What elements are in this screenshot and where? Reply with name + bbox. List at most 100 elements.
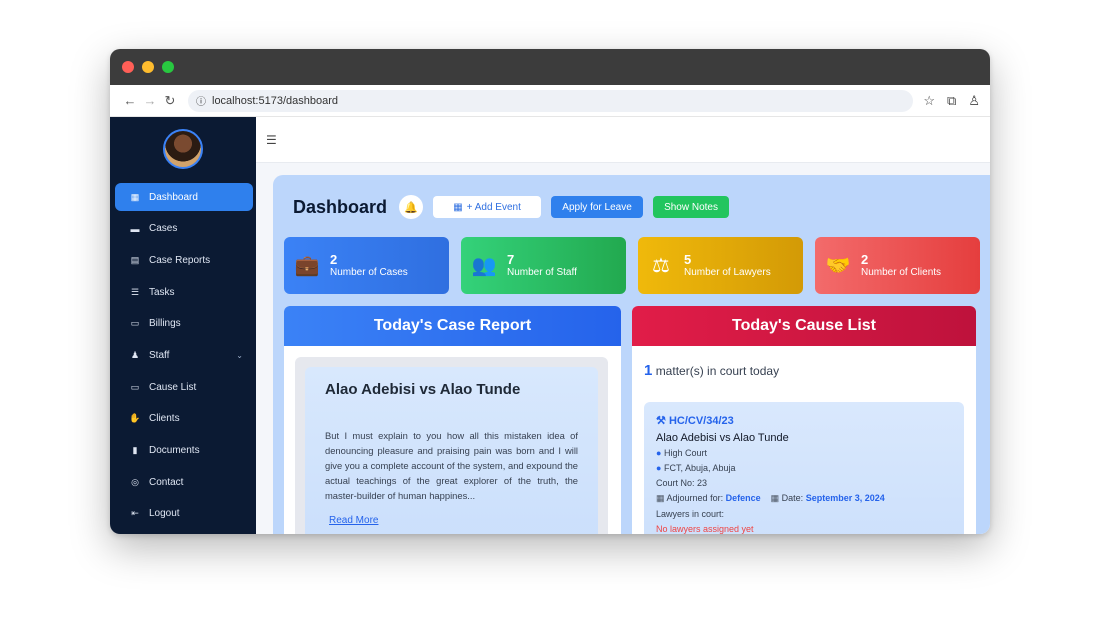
handshake-icon: ✋: [129, 413, 141, 424]
apply-leave-button[interactable]: Apply for Leave: [551, 196, 644, 218]
maximize-window-button[interactable]: [162, 61, 174, 73]
titlebar: [110, 49, 990, 85]
cause-case-title: Alao Adebisi vs Alao Tunde: [656, 432, 789, 444]
bookmark-star-icon[interactable]: ☆: [923, 93, 935, 109]
sidebar-item-cases[interactable]: ▬ Cases: [115, 215, 253, 243]
address-bar: ← → ↻ ⓘ localhost:5173/dashboard ☆ ⧉ ♙: [110, 85, 990, 117]
site-info-icon[interactable]: ⓘ: [196, 93, 206, 108]
report-card-inner: Alao Adebisi vs Alao Tunde But I must ex…: [305, 367, 598, 534]
main-area: ☰ Dashboard 🔔 ▦ + Add Event Apply for Le…: [256, 117, 990, 534]
sidebar-item-cause-list[interactable]: ▭ Cause List: [115, 373, 253, 401]
close-window-button[interactable]: [122, 61, 134, 73]
minimize-window-button[interactable]: [142, 61, 154, 73]
stats-row: 💼 2 Number of Cases 👥 7 Number of Staff ⚖ 5 Numb…: [284, 237, 980, 294]
report-text: But I must explain to you how all this m…: [325, 430, 578, 501]
contact-icon: ◎: [131, 476, 139, 487]
stat-value: 7: [507, 252, 515, 267]
back-icon[interactable]: ←: [120, 93, 140, 108]
adjourned-label: Adjourned for:: [666, 493, 724, 503]
profile-icon[interactable]: ♙: [968, 93, 980, 109]
url-field[interactable]: ⓘ localhost:5173/dashboard: [188, 89, 914, 112]
adjourned-row: ▦ Adjourned for: Defence ▦ Date: Septemb…: [656, 492, 952, 504]
matters-number: 1: [644, 362, 653, 379]
scales-icon: ⚖: [652, 255, 670, 277]
sidebar-item-contact[interactable]: ◎ Contact: [115, 468, 253, 496]
court-text: High Court: [663, 448, 707, 458]
lawyers-value: No lawyers assigned yet: [656, 524, 754, 534]
map-pin-icon: ●: [656, 448, 662, 458]
read-more-link[interactable]: Read More: [329, 515, 378, 526]
stat-card-number-of-lawyers[interactable]: ⚖ 5 Number of Lawyers: [638, 237, 803, 294]
list-icon: ▭: [130, 381, 140, 392]
sidebar-item-label: Staff: [149, 349, 170, 361]
sidebar-item-logout[interactable]: ⇤ Logout: [115, 500, 253, 528]
location-row: ● FCT, Abuja, Abuja: [656, 462, 952, 474]
lawyers-label: Lawyers in court:: [656, 509, 725, 519]
stat-label: Number of Clients: [861, 267, 942, 278]
adjourned-value: Defence: [725, 493, 761, 503]
sidebar-item-label: Tasks: [149, 286, 175, 298]
suit-number: ⚒ HC/CV/34/23: [656, 414, 952, 427]
matters-count: 1 matter(s) in court today: [632, 346, 976, 379]
sidebar-item-staff[interactable]: ♟ Staff ⌄: [115, 341, 253, 369]
matters-label: matter(s) in court today: [655, 364, 780, 378]
stat-card-number-of-cases[interactable]: 💼 2 Number of Cases: [284, 237, 449, 294]
stat-label: Number of Cases: [330, 267, 408, 278]
sidebar-item-clients[interactable]: ✋ Clients: [115, 405, 253, 433]
sidebar-item-billings[interactable]: ▭ Billings: [115, 310, 253, 338]
court-row: ● High Court: [656, 447, 952, 459]
tasks-icon: ☰: [130, 286, 140, 297]
sidebar-item-label: Clients: [149, 413, 180, 425]
cause-card: ⚒ HC/CV/34/23 Alao Adebisi vs Alao Tunde…: [644, 402, 964, 534]
forward-icon[interactable]: →: [140, 93, 160, 108]
calendar-icon: ▦: [656, 493, 665, 503]
stat-label: Number of Lawyers: [684, 267, 771, 278]
page-title: Dashboard: [293, 196, 388, 217]
reload-icon[interactable]: ↻: [160, 93, 180, 109]
sidebar-item-dashboard[interactable]: ▦ Dashboard: [115, 183, 253, 211]
money-icon: ▭: [130, 318, 140, 329]
sidebar-item-label: Cause List: [149, 381, 197, 393]
app: ▦ Dashboard ▬ Cases ▤ Case Reports ☰ Tasks ▭ Bill…: [110, 117, 990, 534]
sidebar-item-label: Logout: [149, 508, 180, 520]
browser-window: ← → ↻ ⓘ localhost:5173/dashboard ☆ ⧉ ♙ ▦…: [110, 49, 990, 534]
cause-list-heading: Today's Cause List: [632, 306, 976, 346]
stat-card-number-of-clients[interactable]: 🤝 2 Number of Clients: [815, 237, 980, 294]
calendar-icon: ▦: [453, 201, 463, 213]
stat-card-number-of-staff[interactable]: 👥 7 Number of Staff: [461, 237, 626, 294]
handshake-icon: 🤝: [825, 255, 851, 277]
date-value: September 3, 2024: [805, 493, 885, 503]
sidebar-item-tasks[interactable]: ☰ Tasks: [115, 278, 253, 306]
calendar-icon: ▦: [770, 493, 780, 503]
cause-list-panel: Today's Cause List 1 matter(s) in court …: [632, 306, 976, 534]
sidebar-item-label: Cases: [149, 223, 178, 235]
grid-icon: ▦: [130, 191, 140, 202]
users-icon: 👥: [471, 255, 497, 277]
sidebar-item-label: Billings: [149, 318, 181, 330]
suit-number-text: HC/CV/34/23: [668, 415, 734, 427]
document-icon: ▮: [132, 445, 138, 455]
briefcase-icon: 💼: [294, 255, 320, 277]
case-report-heading: Today's Case Report: [284, 306, 621, 346]
report-icon: ▤: [130, 254, 140, 265]
show-notes-button[interactable]: Show Notes: [653, 196, 730, 218]
report-title: Alao Adebisi vs Alao Tunde: [325, 381, 521, 398]
gavel-icon: ⚒: [656, 415, 666, 427]
bell-icon[interactable]: 🔔: [399, 195, 424, 219]
sidebar-item-documents[interactable]: ▮ Documents: [115, 437, 253, 465]
location-text: FCT, Abuja, Abuja: [663, 463, 736, 473]
sidebar: ▦ Dashboard ▬ Cases ▤ Case Reports ☰ Tasks ▭ Bill…: [110, 117, 256, 534]
chevron-down-icon[interactable]: ⌄: [236, 351, 243, 360]
avatar[interactable]: [163, 129, 203, 169]
dashboard-content: Dashboard 🔔 ▦ + Add Event Apply for Leav…: [273, 175, 990, 534]
stat-value: 5: [684, 252, 692, 267]
extensions-icon[interactable]: ⧉: [947, 93, 956, 109]
logout-icon: ⇤: [131, 508, 139, 519]
topbar: ☰: [256, 117, 990, 163]
sidebar-item-label: Dashboard: [149, 191, 198, 203]
users-icon: ♟: [130, 349, 140, 360]
menu-toggle-icon[interactable]: ☰: [266, 133, 277, 147]
sidebar-item-case-reports[interactable]: ▤ Case Reports: [115, 246, 253, 274]
sidebar-item-label: Documents: [149, 445, 200, 456]
add-event-button[interactable]: ▦ + Add Event: [433, 196, 542, 218]
